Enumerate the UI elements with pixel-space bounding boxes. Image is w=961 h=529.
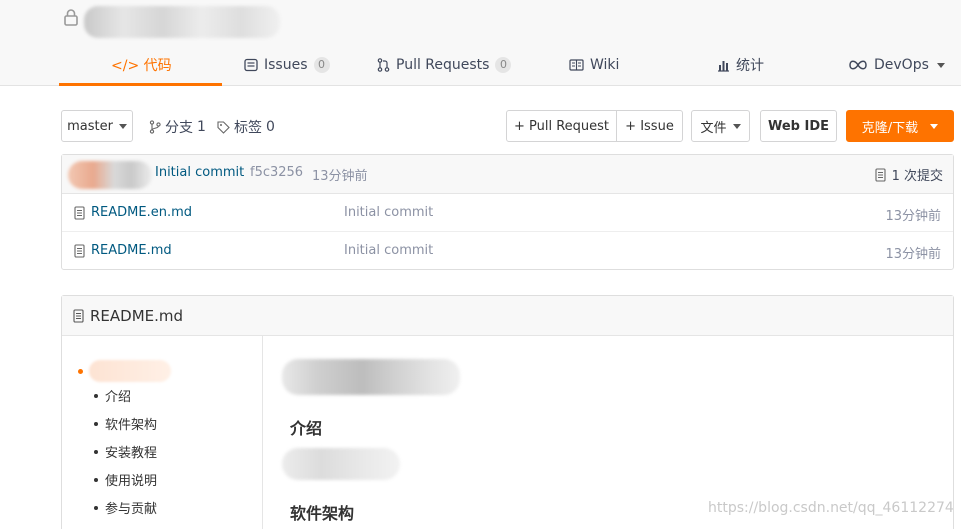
web-ide-button[interactable]: Web IDE — [760, 110, 837, 142]
commits-link[interactable]: 1 次提交 — [875, 165, 943, 184]
issues-count-badge: 0 — [313, 57, 330, 73]
file-icon — [74, 205, 85, 220]
tab-issues[interactable]: Issues 0 — [244, 44, 330, 86]
toc-item[interactable]: 参与贡献 — [94, 498, 157, 517]
tab-code[interactable]: </> 代码 — [59, 44, 221, 86]
branch-select[interactable]: master — [61, 110, 133, 142]
latest-commit-hash[interactable]: f5c3256 — [250, 165, 303, 180]
file-link[interactable]: README.md — [74, 243, 172, 258]
file-link[interactable]: README.en.md — [74, 205, 192, 220]
repo-header: </> 代码 Issues 0 Pull Requests 0 Wiki 统计 … — [0, 0, 961, 86]
tags-count: 0 — [266, 119, 275, 135]
readme-toc: 介绍 软件架构 安装教程 使用说明 参与贡献 — [62, 336, 263, 529]
toc-item-label: 安装教程 — [105, 446, 158, 461]
branches-link[interactable]: 分支 1 — [149, 117, 206, 137]
branch-select-label: master — [67, 118, 113, 134]
tab-wiki-label: Wiki — [590, 57, 620, 73]
new-pull-request-label: + Pull Request — [513, 118, 610, 134]
tab-devops-label: DevOps — [874, 57, 929, 73]
web-ide-label: Web IDE — [767, 118, 830, 134]
new-issue-label: + Issue — [625, 118, 674, 134]
branch-icon — [149, 120, 161, 134]
readme-title: README.md — [90, 306, 184, 325]
toc-bullet — [94, 393, 98, 398]
tab-stats-label: 统计 — [736, 58, 764, 74]
tab-devops[interactable]: DevOps — [848, 44, 945, 86]
readme-heading: 介绍 — [290, 419, 323, 438]
tab-pull-requests[interactable]: Pull Requests 0 — [377, 44, 512, 86]
toc-root-item[interactable] — [78, 360, 171, 382]
readme-header: README.md — [62, 296, 953, 336]
file-commit-time: 13分钟前 — [885, 209, 941, 224]
tab-pull-requests-label: Pull Requests — [396, 57, 490, 73]
stats-icon — [718, 60, 729, 72]
toc-root-redacted — [89, 360, 171, 382]
toc-bullet — [94, 421, 98, 426]
chevron-down-icon — [936, 62, 945, 68]
table-row: README.en.md Initial commit 13分钟前 — [62, 194, 953, 232]
commits-count-label: 1 次提交 — [891, 169, 943, 184]
readme-panel: README.md 介绍 软件架构 安装教程 使用说明 参与贡献 介绍 软件架构 — [61, 295, 954, 529]
file-commit-message[interactable]: Initial commit — [344, 243, 433, 258]
file-menu-button[interactable]: 文件 — [691, 110, 750, 142]
devops-icon — [849, 60, 867, 70]
wiki-icon — [569, 59, 584, 71]
toc-item-label: 参与贡献 — [105, 502, 158, 517]
toc-item[interactable]: 安装教程 — [94, 442, 157, 461]
file-commit-time: 13分钟前 — [885, 247, 941, 262]
lock-icon — [64, 9, 78, 26]
latest-commit-message[interactable]: Initial commit — [155, 165, 244, 180]
chevron-down-icon — [732, 123, 741, 129]
file-name: README.md — [91, 243, 172, 258]
toc-item-label: 软件架构 — [105, 418, 158, 433]
toc-bullet — [94, 449, 98, 454]
file-icon — [73, 308, 84, 323]
tab-wiki[interactable]: Wiki — [569, 44, 619, 86]
repo-tabs: </> 代码 Issues 0 Pull Requests 0 Wiki 统计 … — [0, 44, 961, 86]
file-menu-label: 文件 — [700, 120, 727, 136]
tab-code-label: </> 代码 — [111, 58, 172, 74]
tag-icon — [217, 120, 230, 134]
latest-commit-row: Initial commit f5c3256 13分钟前 1 次提交 — [62, 155, 953, 194]
toc-bullet — [94, 477, 98, 482]
clone-download-label: 克隆/下载 — [861, 120, 919, 136]
file-icon — [74, 243, 85, 258]
toc-bullet — [78, 368, 83, 374]
file-table: Initial commit f5c3256 13分钟前 1 次提交 READM… — [61, 154, 954, 270]
toc-bullet — [94, 505, 98, 510]
file-name: README.en.md — [91, 205, 192, 220]
table-row: README.md Initial commit 13分钟前 — [62, 232, 953, 270]
latest-commit-time: 13分钟前 — [312, 169, 368, 184]
avatar[interactable] — [68, 161, 152, 189]
new-issue-button[interactable]: + Issue — [616, 110, 683, 142]
repo-title-redacted — [84, 6, 280, 38]
branches-count: 1 — [197, 119, 206, 135]
chevron-down-icon — [118, 123, 127, 129]
readme-paragraph-redacted — [282, 448, 400, 480]
issues-icon — [244, 58, 258, 72]
tags-label: 标签 — [234, 120, 262, 136]
clone-download-button[interactable]: 克隆/下载 — [846, 110, 954, 142]
readme-heading-redacted — [282, 359, 460, 395]
pull-request-icon — [377, 58, 390, 72]
chevron-down-icon — [930, 123, 939, 129]
readme-heading: 软件架构 — [290, 504, 355, 523]
tab-issues-label: Issues — [264, 57, 308, 73]
toc-item[interactable]: 介绍 — [94, 386, 131, 405]
toc-item[interactable]: 使用说明 — [94, 470, 157, 489]
toc-item-label: 使用说明 — [105, 474, 158, 489]
new-pull-request-button[interactable]: + Pull Request — [506, 110, 617, 142]
tags-link[interactable]: 标签 0 — [217, 117, 275, 137]
watermark: https://blog.csdn.net/qq_46112274 — [708, 500, 954, 516]
toc-item[interactable]: 软件架构 — [94, 414, 157, 433]
pull-requests-count-badge: 0 — [495, 57, 512, 73]
file-commit-message[interactable]: Initial commit — [344, 205, 433, 220]
commit-list-icon — [875, 167, 886, 182]
toc-item-label: 介绍 — [105, 390, 132, 405]
branches-label: 分支 — [165, 120, 193, 136]
tab-stats[interactable]: 统计 — [717, 44, 764, 86]
